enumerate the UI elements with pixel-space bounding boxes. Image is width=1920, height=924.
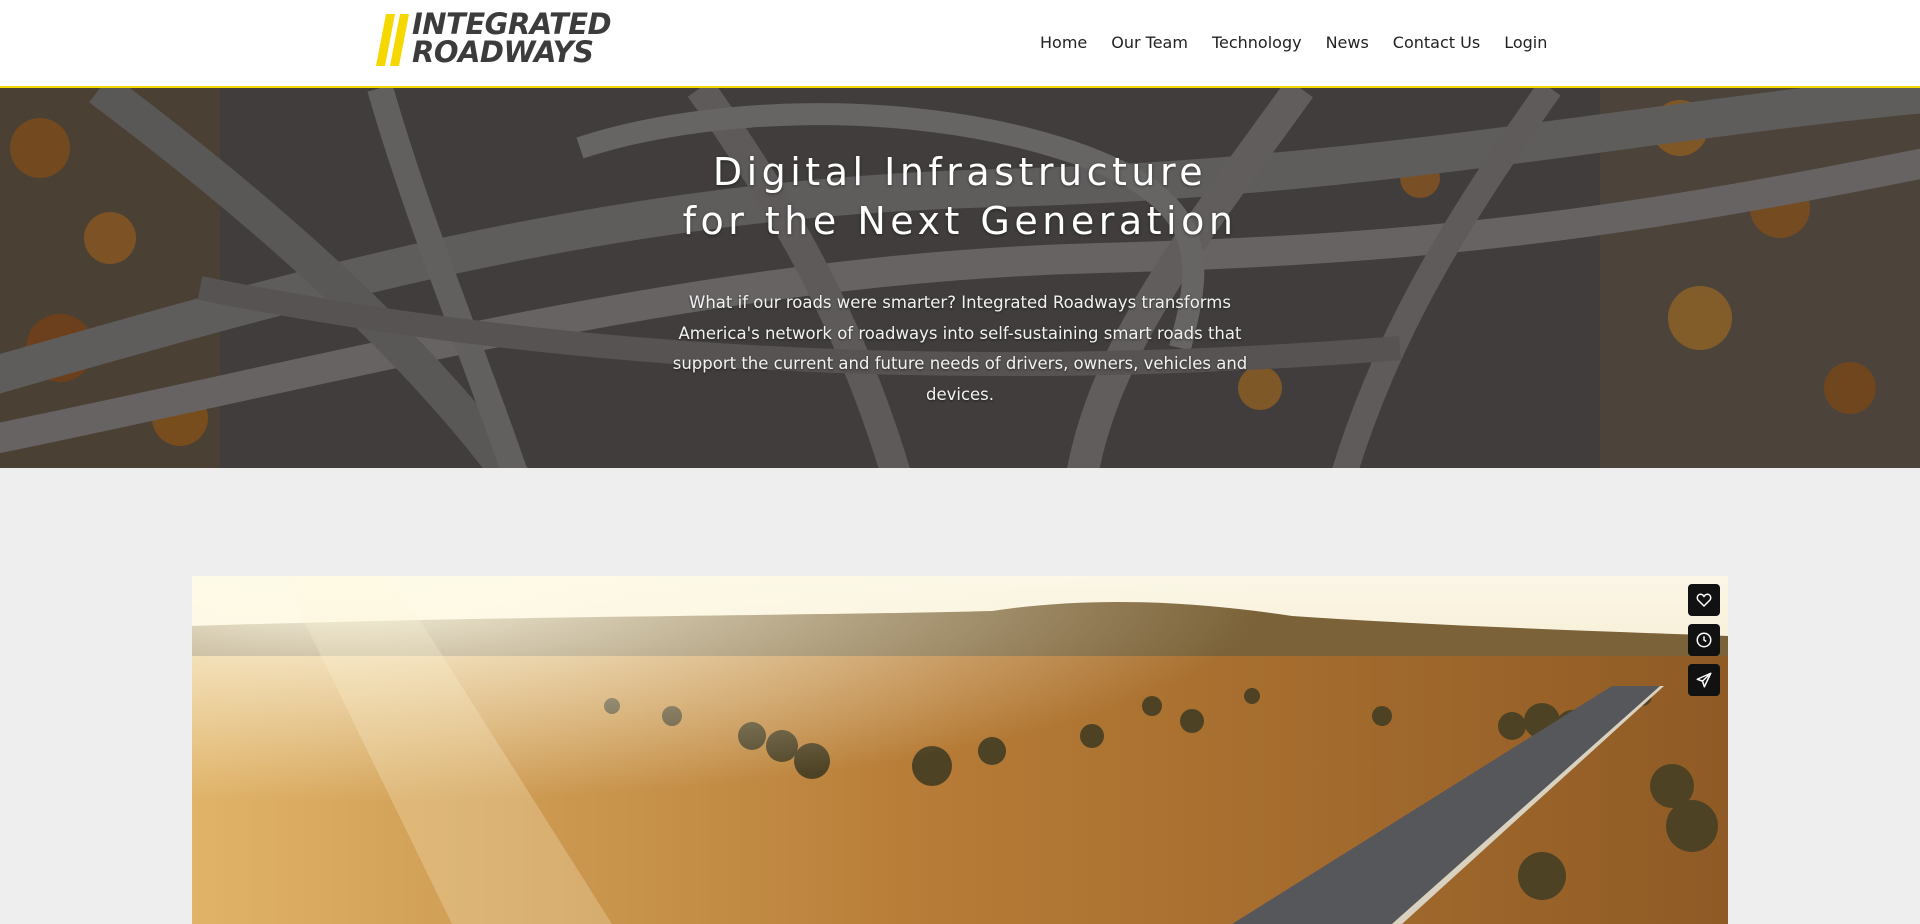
share-button[interactable] xyxy=(1688,664,1720,696)
site-header: INTEGRATED ROADWAYS Home Our Team Techno… xyxy=(0,0,1920,88)
video-background-image xyxy=(192,576,1728,924)
nav-login[interactable]: Login xyxy=(1504,31,1547,55)
hero-subtitle: What if our roads were smarter? Integrat… xyxy=(672,293,1248,404)
logo-bars-icon xyxy=(376,14,409,66)
heart-icon xyxy=(1696,593,1712,608)
logo-line2: ROADWAYS xyxy=(412,35,594,69)
logo[interactable]: INTEGRATED ROADWAYS xyxy=(376,7,612,69)
clock-icon xyxy=(1696,632,1712,648)
logo-text: INTEGRATED ROADWAYS xyxy=(412,7,612,69)
hero-title-line2: for the Next Generation xyxy=(682,199,1238,243)
logo-line1: INTEGRATED xyxy=(412,7,612,41)
hero-title-line1: Digital Infrastructure xyxy=(712,150,1208,194)
video-actions xyxy=(1688,584,1720,704)
main-nav: Home Our Team Technology News Contact Us… xyxy=(1040,30,1547,56)
nav-our-team[interactable]: Our Team xyxy=(1111,31,1188,55)
hero-title: Digital Infrastructure for the Next Gene… xyxy=(560,148,1360,246)
like-button[interactable] xyxy=(1688,584,1720,616)
hero-overlay xyxy=(0,88,1920,468)
nav-home[interactable]: Home xyxy=(1040,31,1087,55)
send-icon xyxy=(1696,672,1712,688)
nav-news[interactable]: News xyxy=(1326,31,1369,55)
nav-technology[interactable]: Technology xyxy=(1212,31,1302,55)
watch-later-button[interactable] xyxy=(1688,624,1720,656)
video-section[interactable] xyxy=(192,576,1728,924)
nav-contact-us[interactable]: Contact Us xyxy=(1393,31,1480,55)
hero-section: Digital Infrastructure for the Next Gene… xyxy=(0,88,1920,468)
